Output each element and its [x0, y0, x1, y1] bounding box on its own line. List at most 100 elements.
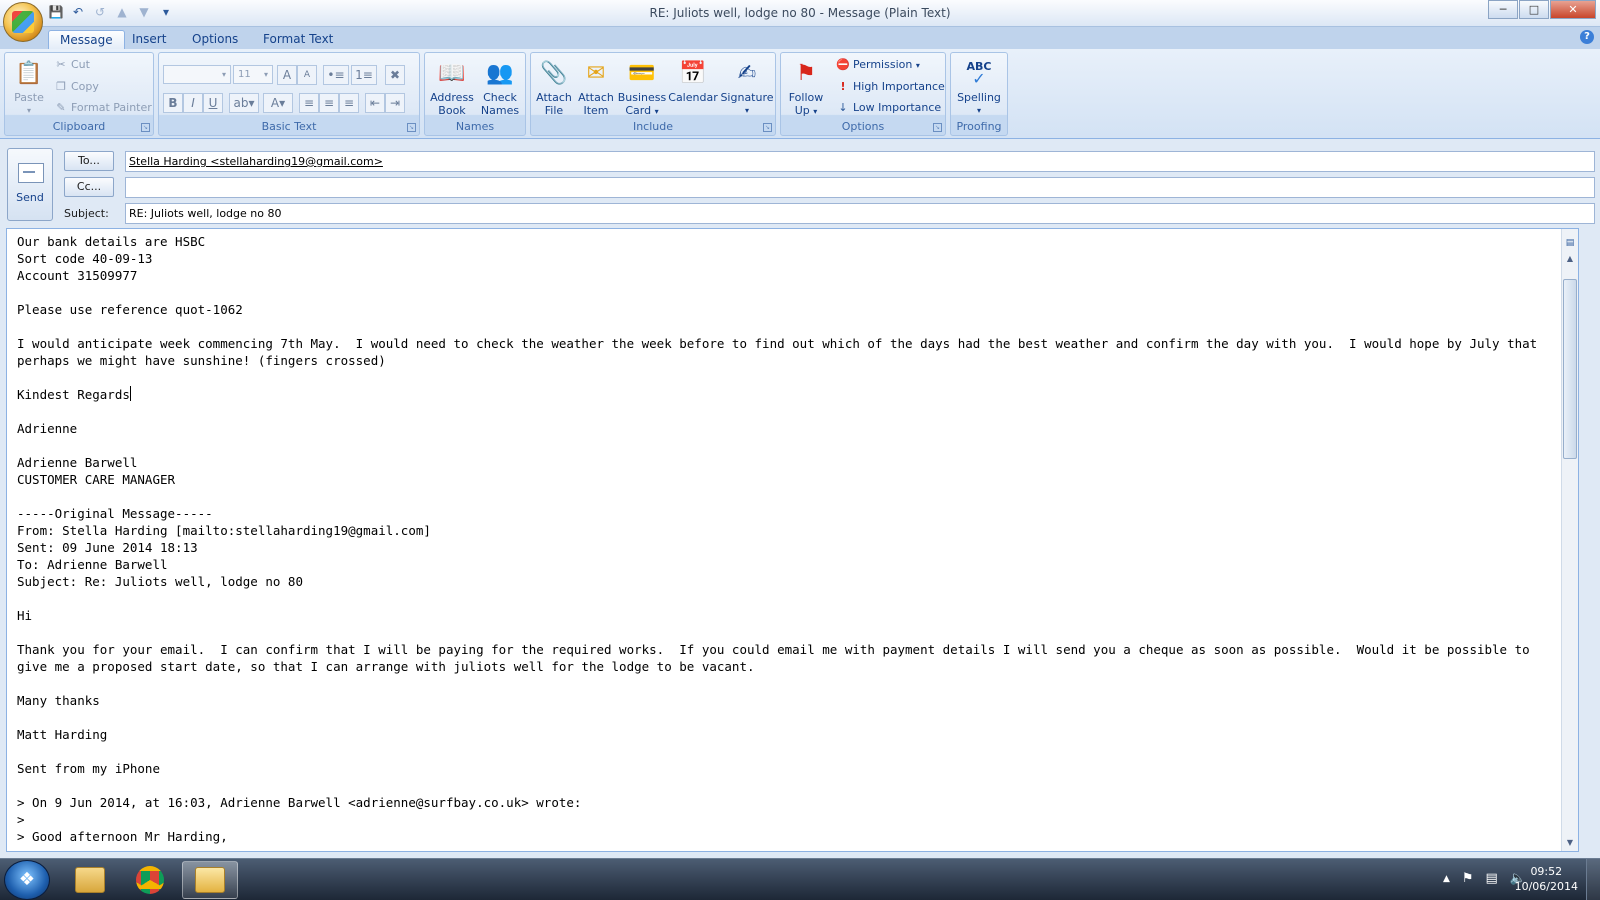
- show-desktop-button[interactable]: [1586, 859, 1600, 900]
- tray-expand-icon[interactable]: ▲: [1443, 871, 1450, 887]
- paste-button[interactable]: 📋 Paste ▾: [9, 57, 49, 117]
- attach-file-button[interactable]: 📎 Attach File: [533, 57, 575, 117]
- options-dialog-launcher[interactable]: ↘: [933, 123, 942, 132]
- paintbrush-icon: ✎: [56, 101, 66, 114]
- signature-icon: ✍: [737, 60, 757, 86]
- close-button[interactable]: ✕: [1550, 0, 1596, 19]
- action-center-flag-icon[interactable]: ⚑: [1462, 871, 1474, 887]
- message-header: Send To... Stella Harding <stellaharding…: [0, 140, 1600, 226]
- to-button[interactable]: To...: [64, 151, 114, 171]
- to-field[interactable]: Stella Harding <stellaharding19@gmail.co…: [125, 151, 1595, 172]
- permission-icon: ⛔: [836, 58, 850, 71]
- format-painter-button[interactable]: ✎ Format Painter: [53, 98, 151, 118]
- tab-insert[interactable]: Insert: [121, 30, 177, 49]
- basic-text-group-label: Basic Text: [261, 120, 317, 133]
- spelling-button[interactable]: ABC ✓ Spelling ▾: [953, 57, 1005, 117]
- chevron-down-icon: ▾: [263, 70, 268, 79]
- high-importance-button[interactable]: ! High Importance: [835, 77, 944, 97]
- basic-text-group: ▾ 11 ▾ A A •≡ 1≡ ✖ B I U ab▾ A▾ ≡ ≡ ≡ ⇤ ⇥…: [158, 52, 420, 136]
- tab-format-text[interactable]: Format Text: [252, 30, 344, 49]
- address-book-button[interactable]: 📖 Address Book: [429, 57, 475, 117]
- clock-date: 10/06/2014: [1514, 880, 1578, 893]
- chrome-icon: [136, 866, 164, 894]
- include-group: 📎 Attach File ✉ Attach Item 💳 Business C…: [530, 52, 776, 136]
- address-book-icon: 📖: [438, 60, 466, 86]
- align-right-button[interactable]: ≡: [339, 93, 359, 113]
- scissors-icon: ✂: [56, 58, 66, 71]
- vertical-scrollbar[interactable]: ▤ ▲ ▼: [1561, 229, 1578, 851]
- names-group: 📖 Address Book 👥 Check Names Names: [424, 52, 526, 136]
- numbering-button[interactable]: 1≡: [351, 65, 377, 85]
- message-body[interactable]: Our bank details are HSBC Sort code 40-0…: [6, 228, 1579, 852]
- split-view-icon[interactable]: ▤: [1564, 237, 1576, 249]
- ribbon-tabs: Message Insert Options Format Text: [0, 27, 1600, 49]
- decrease-indent-button[interactable]: ⇤: [365, 93, 385, 113]
- tab-options[interactable]: Options: [181, 30, 249, 49]
- exclamation-icon: !: [840, 80, 846, 93]
- taskbar-explorer[interactable]: [62, 861, 118, 899]
- clipboard-group: 📋 Paste ▾ ✂ Cut ❐ Copy ✎ Format Painter Cli…: [4, 52, 154, 136]
- proofing-group: ABC ✓ Spelling ▾ Proofing: [950, 52, 1008, 136]
- scrollbar-thumb[interactable]: [1563, 279, 1577, 459]
- message-body-text[interactable]: Our bank details are HSBC Sort code 40-0…: [17, 233, 1557, 851]
- window-title: RE: Juliots well, lodge no 80 - Message …: [649, 6, 951, 20]
- copy-icon: ❐: [56, 80, 66, 93]
- taskbar: ❖ ▲ ⚑ ▤ 🔈 09:52 10/06/2014: [0, 858, 1600, 900]
- basic-text-dialog-launcher[interactable]: ↘: [407, 123, 416, 132]
- align-left-button[interactable]: ≡: [299, 93, 319, 113]
- clipboard-dialog-launcher[interactable]: ↘: [141, 123, 150, 132]
- include-dialog-launcher[interactable]: ↘: [763, 123, 772, 132]
- proofing-group-label: Proofing: [956, 120, 1002, 133]
- send-button[interactable]: Send: [7, 148, 53, 221]
- clipboard-group-label: Clipboard: [52, 120, 106, 133]
- cc-button[interactable]: Cc...: [64, 177, 114, 197]
- clear-formatting-button[interactable]: ✖: [385, 65, 405, 85]
- network-icon[interactable]: ▤: [1486, 871, 1498, 887]
- italic-button[interactable]: I: [183, 93, 203, 113]
- copy-button[interactable]: ❐ Copy: [53, 77, 99, 97]
- cc-field[interactable]: [125, 177, 1595, 198]
- minimize-button[interactable]: ─: [1488, 0, 1518, 19]
- help-icon[interactable]: ?: [1580, 30, 1594, 44]
- maximize-button[interactable]: □: [1519, 0, 1549, 19]
- taskbar-outlook[interactable]: [182, 861, 238, 899]
- permission-button[interactable]: ⛔ Permission ▾: [835, 55, 920, 75]
- tab-message[interactable]: Message: [48, 30, 125, 49]
- align-center-button[interactable]: ≡: [319, 93, 339, 113]
- text-caret: [129, 386, 131, 401]
- increase-indent-button[interactable]: ⇥: [385, 93, 405, 113]
- taskbar-chrome[interactable]: [122, 861, 178, 899]
- bold-button[interactable]: B: [163, 93, 183, 113]
- low-importance-button[interactable]: ↓ Low Importance: [835, 98, 941, 118]
- highlight-color-button[interactable]: ab▾: [229, 93, 259, 113]
- spelling-icon: ABC ✓: [966, 60, 992, 88]
- business-card-icon: 💳: [628, 60, 656, 86]
- clipboard-icon: 📋: [15, 60, 43, 86]
- bullets-button[interactable]: •≡: [323, 65, 349, 85]
- subject-field[interactable]: RE: Juliots well, lodge no 80: [125, 203, 1595, 224]
- grow-font-button[interactable]: A: [277, 65, 297, 85]
- office-button[interactable]: [3, 2, 43, 42]
- send-icon: [18, 163, 44, 183]
- font-name-combo[interactable]: ▾: [163, 65, 231, 84]
- clock[interactable]: 09:52 10/06/2014: [1515, 864, 1578, 894]
- red-flag-icon: ⚑: [796, 60, 816, 86]
- business-card-button[interactable]: 💳 Business Card ▾: [617, 57, 667, 118]
- calendar-button[interactable]: 📅 Calendar: [667, 57, 719, 104]
- attach-item-button[interactable]: ✉ Attach Item: [575, 57, 617, 117]
- signature-button[interactable]: ✍ Signature ▾: [719, 57, 775, 117]
- window-controls: ─ □ ✕: [1487, 0, 1596, 19]
- paperclip-icon: 📎: [540, 60, 568, 86]
- outlook-icon: [195, 867, 225, 893]
- font-color-button[interactable]: A▾: [263, 93, 293, 113]
- follow-up-button[interactable]: ⚑ Follow Up ▾: [785, 57, 827, 118]
- check-names-button[interactable]: 👥 Check Names: [477, 57, 523, 117]
- scroll-up-icon[interactable]: ▲: [1562, 251, 1578, 267]
- scroll-down-icon[interactable]: ▼: [1562, 835, 1578, 851]
- font-size-combo[interactable]: 11 ▾: [233, 65, 273, 84]
- start-button[interactable]: ❖: [4, 860, 50, 900]
- shrink-font-button[interactable]: A: [297, 65, 317, 85]
- cut-button[interactable]: ✂ Cut: [53, 55, 90, 75]
- underline-button[interactable]: U: [203, 93, 223, 113]
- system-tray: ▲ ⚑ ▤ 🔈: [1443, 871, 1526, 887]
